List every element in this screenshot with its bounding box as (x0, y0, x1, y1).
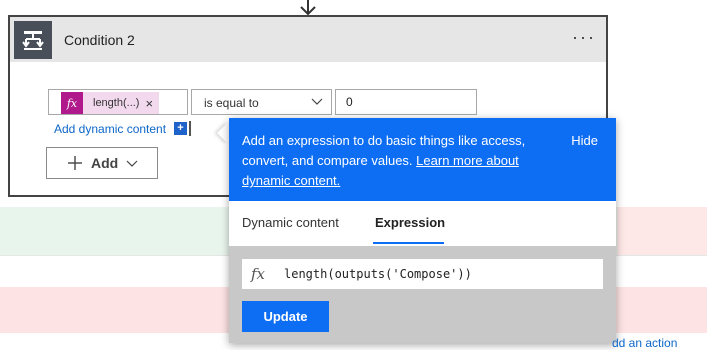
popup-header: Add an expression to do basic things lik… (229, 118, 616, 201)
operator-select[interactable]: is equal to (191, 89, 332, 115)
right-operand-field[interactable]: 0 (335, 89, 477, 115)
expression-value: length(outputs('Compose')) (284, 267, 472, 281)
hide-button[interactable]: Hide (571, 133, 598, 148)
add-action-link[interactable]: dd an action (612, 336, 677, 350)
add-button[interactable]: Add (46, 147, 158, 179)
background-band-red-right (617, 207, 707, 255)
down-arrow-icon (300, 0, 316, 16)
function-icon: fx (61, 92, 83, 114)
add-dynamic-content-plus-icon[interactable]: + (174, 122, 187, 135)
left-operand-field[interactable]: fx length(...) × (48, 89, 188, 115)
token-label: length(...) (93, 97, 140, 109)
popup-description: Add an expression to do basic things lik… (242, 133, 526, 188)
plus-icon (68, 156, 82, 170)
tab-dynamic-content[interactable]: Dynamic content (242, 215, 339, 230)
operator-value: is equal to (204, 96, 259, 110)
chevron-down-icon (311, 98, 323, 105)
add-button-label: Add (91, 155, 119, 171)
separator-bar (189, 121, 191, 136)
expression-input[interactable]: fx length(outputs('Compose')) (242, 259, 603, 289)
chevron-down-icon (126, 160, 138, 167)
active-tab-indicator (373, 242, 444, 244)
condition-icon (14, 21, 52, 59)
close-icon[interactable]: × (145, 96, 159, 111)
condition-title: Condition 2 (64, 32, 135, 48)
more-options-icon[interactable]: ··· (572, 27, 596, 48)
function-icon: fx (251, 265, 266, 283)
tab-expression[interactable]: Expression (375, 215, 445, 230)
expression-panel: fx length(outputs('Compose')) Update (229, 246, 616, 343)
add-dynamic-content-link[interactable]: Add dynamic content (54, 122, 166, 136)
expression-token[interactable]: fx length(...) × (61, 92, 160, 114)
update-button[interactable]: Update (242, 301, 329, 332)
condition-header[interactable]: Condition 2 ··· (10, 17, 606, 62)
dynamic-content-popup: Add an expression to do basic things lik… (229, 118, 616, 343)
